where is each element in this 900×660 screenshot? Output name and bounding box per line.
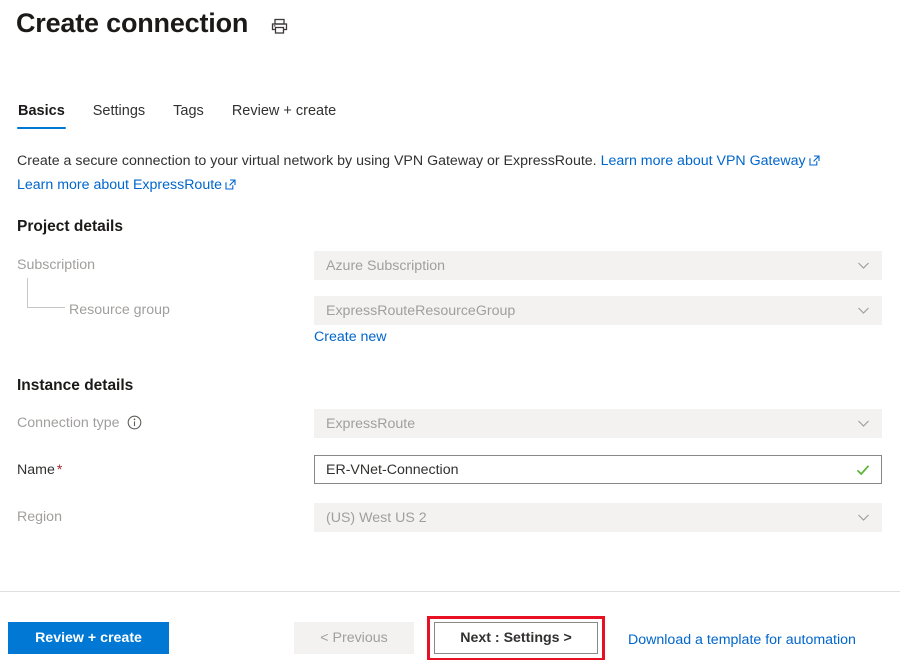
resource-group-value: ExpressRouteResourceGroup [326, 301, 848, 321]
tab-tags[interactable]: Tags [172, 102, 205, 129]
previous-button-label: < Previous [320, 630, 387, 646]
resource-group-dropdown[interactable]: ExpressRouteResourceGroup [314, 296, 882, 325]
tab-basics[interactable]: Basics [17, 102, 66, 129]
subscription-row: Subscription Azure Subscription [0, 251, 900, 279]
tab-review-create[interactable]: Review + create [231, 102, 337, 129]
learn-more-vpn-gateway-label: Learn more about VPN Gateway [601, 153, 806, 169]
next-settings-button-label: Next : Settings > [460, 630, 572, 646]
create-connection-page: Create connection Basics Settings Tags R… [0, 0, 900, 660]
resource-group-row: Resource group ExpressRouteResourceGroup [0, 296, 900, 324]
name-label: Name* [17, 459, 62, 480]
page-header: Create connection [16, 4, 290, 42]
info-icon[interactable] [127, 415, 142, 430]
chevron-down-icon [856, 416, 871, 431]
learn-more-expressroute-link[interactable]: Learn more about ExpressRoute [17, 177, 236, 193]
region-row: Region (US) West US 2 [0, 503, 900, 531]
page-description: Create a secure connection to your virtu… [17, 150, 885, 198]
connection-type-label-text: Connection type [17, 415, 120, 431]
create-new-resource-group-link[interactable]: Create new [314, 327, 387, 347]
learn-more-expressroute-label: Learn more about ExpressRoute [17, 177, 222, 193]
name-row: Name* ER-VNet-Connection [0, 455, 900, 483]
region-value: (US) West US 2 [326, 508, 848, 528]
chevron-down-icon [856, 258, 871, 273]
project-details-heading: Project details [17, 217, 123, 237]
tab-settings-label: Settings [93, 103, 145, 119]
required-marker: * [57, 461, 62, 477]
connection-type-label: Connection type [17, 413, 142, 433]
review-create-button[interactable]: Review + create [8, 622, 169, 654]
review-create-button-label: Review + create [35, 630, 142, 646]
external-link-icon [225, 175, 236, 198]
name-value: ER-VNet-Connection [326, 460, 847, 480]
tab-bar: Basics Settings Tags Review + create [17, 102, 337, 129]
subscription-dropdown[interactable]: Azure Subscription [314, 251, 882, 280]
instance-details-heading: Instance details [17, 376, 133, 396]
external-link-icon [809, 151, 820, 174]
region-label: Region [17, 507, 62, 527]
footer-divider [0, 591, 900, 592]
connection-type-value: ExpressRoute [326, 414, 848, 434]
tab-basics-label: Basics [18, 103, 65, 119]
tab-tags-label: Tags [173, 103, 204, 119]
region-dropdown[interactable]: (US) West US 2 [314, 503, 882, 532]
connection-type-row: Connection type ExpressRoute [0, 409, 900, 437]
print-icon[interactable] [268, 15, 290, 37]
chevron-down-icon [856, 303, 871, 318]
learn-more-vpn-gateway-link[interactable]: Learn more about VPN Gateway [601, 153, 820, 169]
checkmark-icon [855, 462, 871, 478]
chevron-down-icon [856, 510, 871, 525]
page-title: Create connection [16, 4, 248, 42]
name-input[interactable]: ER-VNet-Connection [314, 455, 882, 484]
description-text: Create a secure connection to your virtu… [17, 153, 597, 169]
tab-settings[interactable]: Settings [92, 102, 146, 129]
subscription-label: Subscription [17, 255, 95, 275]
resource-group-label: Resource group [69, 300, 170, 320]
connection-type-dropdown[interactable]: ExpressRoute [314, 409, 882, 438]
next-settings-button[interactable]: Next : Settings > [434, 622, 598, 654]
subscription-value: Azure Subscription [326, 256, 848, 276]
download-template-link[interactable]: Download a template for automation [628, 630, 856, 650]
tab-review-create-label: Review + create [232, 103, 336, 119]
name-label-text: Name [17, 462, 55, 478]
previous-button[interactable]: < Previous [294, 622, 414, 654]
